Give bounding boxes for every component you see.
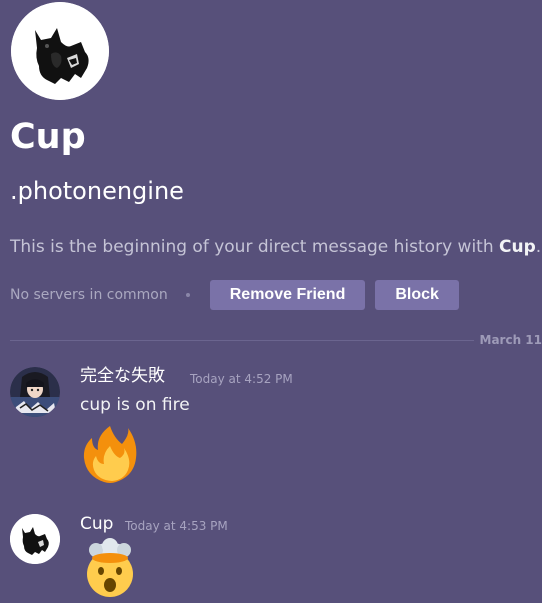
black-cat-icon — [11, 2, 109, 100]
dm-channel: Cup .photonengine This is the beginning … — [0, 0, 542, 603]
profile-display-name: Cup — [10, 117, 86, 157]
profile-username: .photonengine — [10, 177, 184, 205]
dm-intro-name[interactable]: Cup — [499, 237, 536, 257]
message-author-name[interactable]: Cup — [80, 513, 113, 535]
message-author-avatar[interactable] — [10, 367, 60, 417]
profile-actions: No servers in common Remove Friend Block — [10, 280, 469, 310]
anime-character-avatar — [10, 367, 60, 417]
separator-dot — [185, 293, 190, 297]
fire-emoji[interactable] — [80, 424, 140, 484]
message-timestamp[interactable]: Today at 4:52 PM — [190, 371, 293, 387]
profile-avatar[interactable] — [11, 2, 109, 100]
exploding-head-emoji[interactable] — [80, 538, 140, 598]
date-divider-label: March 11 — [473, 332, 542, 348]
exploding-head-icon — [87, 538, 133, 597]
message-author-avatar[interactable] — [10, 514, 60, 564]
dm-intro-prefix: This is the beginning of your direct mes… — [10, 237, 500, 257]
dm-intro-suffix: . — [535, 237, 542, 257]
dm-intro-text: This is the beginning of your direct mes… — [10, 235, 541, 259]
date-divider — [10, 340, 542, 341]
remove-friend-button[interactable]: Remove Friend — [209, 280, 366, 310]
black-cat-icon — [10, 514, 60, 564]
fire-icon — [83, 426, 137, 483]
message-author-name[interactable]: 完全な失敗 — [80, 365, 165, 387]
block-button[interactable]: Block — [375, 280, 459, 310]
message-content: cup is on fire — [80, 395, 190, 415]
mutual-servers-text[interactable]: No servers in common — [10, 280, 168, 310]
message-timestamp[interactable]: Today at 4:53 PM — [125, 518, 228, 534]
